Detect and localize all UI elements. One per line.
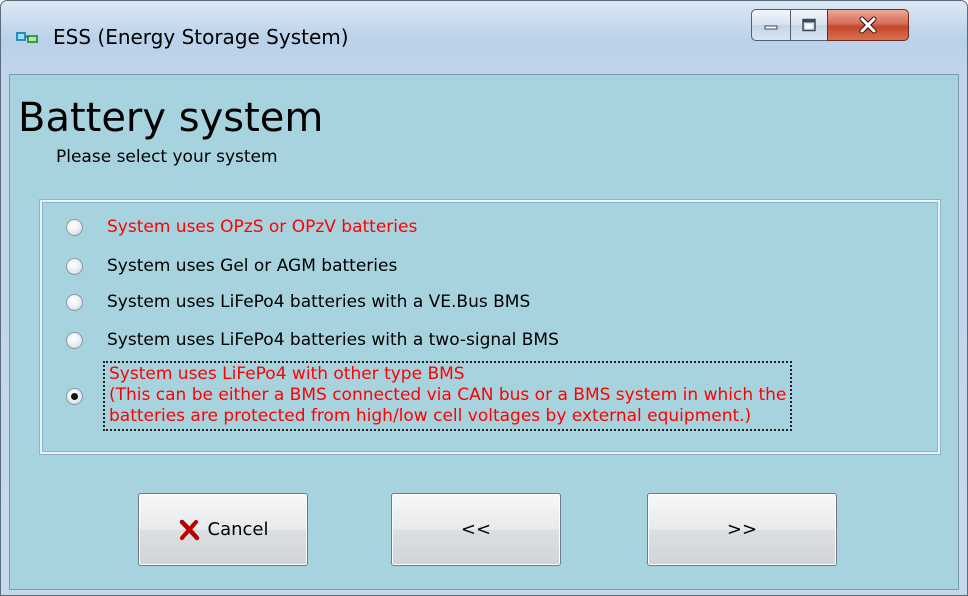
back-button-label: << [460,519,492,540]
option-label: System uses LiFePo4 batteries with a VE.… [107,292,531,312]
close-icon [859,16,877,34]
radio-dot [71,392,78,400]
option-focus-box: System uses LiFePo4 with other type BMS … [103,361,793,431]
ess-app-icon [16,32,38,43]
close-button[interactable] [827,9,909,41]
option-label: System uses Gel or AGM batteries [107,256,398,276]
radio-button[interactable] [66,332,83,349]
window-title: ESS (Energy Storage System) [53,25,349,49]
dialog-client-area: Battery system Please select your system… [9,74,959,590]
minimize-icon [764,25,778,30]
option-label: System uses LiFePo4 with other type BMS [109,364,465,384]
next-button[interactable]: >> [647,493,837,566]
radio-button[interactable] [66,219,83,236]
option-opzs-opzv[interactable]: System uses OPzS or OPzV batteries [66,217,417,238]
option-gel-agm[interactable]: System uses Gel or AGM batteries [66,256,397,277]
option-label-detail: batteries are protected from high/low ce… [109,406,752,426]
cancel-button[interactable]: Cancel [138,493,308,566]
option-label-detail: (This can be either a BMS connected via … [109,385,787,405]
page-subtitle: Please select your system [56,147,278,167]
back-button[interactable]: << [391,493,561,566]
option-label: System uses OPzS or OPzV batteries [107,217,418,237]
maximize-button[interactable] [790,9,828,41]
option-lifepo4-other-bms[interactable]: System uses LiFePo4 with other type BMS … [66,361,793,431]
red-x-icon [179,519,199,540]
minimize-button[interactable] [751,9,791,41]
option-lifepo4-vebus-bms[interactable]: System uses LiFePo4 batteries with a VE.… [66,292,530,313]
radio-button-selected[interactable] [66,387,83,405]
option-lifepo4-two-signal-bms[interactable]: System uses LiFePo4 batteries with a two… [66,330,559,351]
page-title: Battery system [18,95,324,141]
ess-window: ESS (Energy Storage System) Battery syst… [0,0,968,596]
cancel-button-label: Cancel [207,519,269,540]
radio-button[interactable] [66,294,83,311]
title-bar[interactable]: ESS (Energy Storage System) [1,1,967,73]
radio-button[interactable] [66,258,83,275]
option-label: System uses LiFePo4 batteries with a two… [107,330,559,350]
maximize-icon [802,18,816,32]
next-button-label: >> [726,519,758,540]
